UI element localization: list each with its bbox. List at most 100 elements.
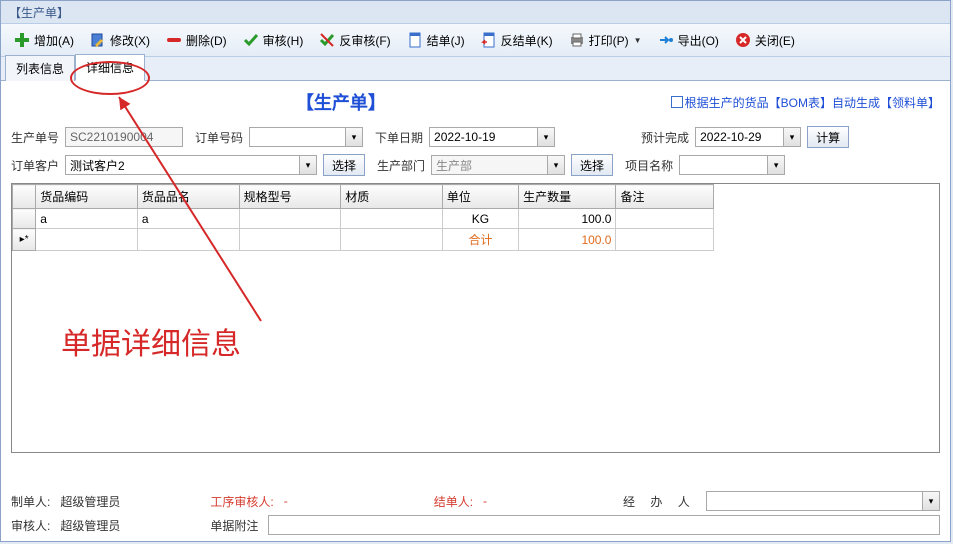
- cell[interactable]: [36, 229, 138, 251]
- print-label: 打印(P): [589, 32, 629, 49]
- order-date-input[interactable]: [429, 127, 537, 147]
- chevron-down-icon[interactable]: ▾: [547, 155, 565, 175]
- process-auditor-value: -: [284, 494, 424, 508]
- cell[interactable]: [239, 229, 341, 251]
- col-unit[interactable]: 单位: [442, 185, 518, 209]
- document-icon: [407, 32, 423, 48]
- col-qty[interactable]: 生产数量: [519, 185, 616, 209]
- table-row[interactable]: a a KG 100.0: [13, 209, 714, 229]
- order-date-picker[interactable]: ▾: [429, 127, 555, 147]
- dept-combo[interactable]: ▾: [431, 155, 565, 175]
- check-icon: [243, 32, 259, 48]
- close-doc-button[interactable]: 结单(J): [400, 28, 472, 53]
- ref-no-label: 订单号码: [195, 129, 243, 146]
- auto-generate-label: 根据生产的货品【BOM表】自动生成【领料单】: [685, 94, 940, 111]
- ref-no-combo[interactable]: ▾: [249, 127, 363, 147]
- project-label: 项目名称: [625, 157, 673, 174]
- unaudit-button[interactable]: 反审核(F): [312, 28, 397, 53]
- customer-input[interactable]: [65, 155, 299, 175]
- handler-label: 经 办 人: [623, 493, 696, 510]
- new-row-marker-icon: ▸*: [13, 229, 36, 251]
- project-input[interactable]: [679, 155, 767, 175]
- cell-name[interactable]: a: [137, 209, 239, 229]
- delete-button[interactable]: 删除(D): [159, 28, 234, 53]
- attach-label: 单据附注: [210, 517, 258, 534]
- dept-label: 生产部门: [377, 157, 425, 174]
- cell-remark[interactable]: [616, 209, 714, 229]
- dept-input[interactable]: [431, 155, 547, 175]
- content-panel: 【生产单】 根据生产的货品【BOM表】自动生成【领料单】 生产单号 订单号码 ▾…: [1, 81, 950, 541]
- audit-button[interactable]: 审核(H): [236, 28, 311, 53]
- grid[interactable]: 货品编码 货品品名 规格型号 材质 单位 生产数量 备注 a a: [11, 183, 940, 453]
- calendar-icon[interactable]: ▾: [783, 127, 801, 147]
- project-combo[interactable]: ▾: [679, 155, 785, 175]
- document-undo-icon: [481, 32, 497, 48]
- attach-input[interactable]: [268, 515, 940, 535]
- handler-combo[interactable]: ▾: [706, 491, 940, 511]
- auditor-label: 审核人:: [11, 517, 50, 534]
- row-header: [13, 209, 36, 229]
- auto-generate-checkbox[interactable]: 根据生产的货品【BOM表】自动生成【领料单】: [671, 94, 940, 111]
- col-code[interactable]: 货品编码: [36, 185, 138, 209]
- cell-unit[interactable]: KG: [442, 209, 518, 229]
- cell-material[interactable]: [341, 209, 443, 229]
- calc-button[interactable]: 计算: [807, 126, 849, 148]
- edit-icon: [90, 32, 106, 48]
- handler-input[interactable]: [706, 491, 922, 511]
- plus-icon: [14, 32, 30, 48]
- document-title: 【生产单】: [11, 89, 671, 115]
- add-button[interactable]: 增加(A): [7, 28, 81, 53]
- export-button[interactable]: 导出(O): [651, 28, 726, 53]
- edit-label: 修改(X): [110, 32, 150, 49]
- sum-label: 合计: [442, 229, 518, 251]
- table-new-row[interactable]: ▸* 合计 100.0: [13, 229, 714, 251]
- process-auditor-label: 工序审核人:: [210, 493, 273, 510]
- order-no-input[interactable]: [65, 127, 183, 147]
- form: 生产单号 订单号码 ▾ 下单日期 ▾ 预计完成 ▾ 计算: [11, 123, 940, 179]
- chevron-down-icon[interactable]: ▾: [345, 127, 363, 147]
- customer-combo[interactable]: ▾: [65, 155, 317, 175]
- due-date-input[interactable]: [695, 127, 783, 147]
- cell[interactable]: [137, 229, 239, 251]
- cell-code[interactable]: a: [36, 209, 138, 229]
- chevron-down-icon[interactable]: ▾: [767, 155, 785, 175]
- cell-spec[interactable]: [239, 209, 341, 229]
- tab-detail[interactable]: 详细信息: [75, 54, 145, 81]
- chevron-down-icon[interactable]: ▾: [922, 491, 940, 511]
- uncheck-icon: [319, 32, 335, 48]
- col-name[interactable]: 货品品名: [137, 185, 239, 209]
- window-title: 【生产单】: [1, 1, 950, 23]
- col-spec[interactable]: 规格型号: [239, 185, 341, 209]
- due-date-label: 预计完成: [641, 129, 689, 146]
- add-label: 增加(A): [34, 32, 74, 49]
- footer: 制单人: 超级管理员 工序审核人: - 结单人: - 经 办 人 ▾ 审核人: …: [11, 489, 940, 537]
- edit-button[interactable]: 修改(X): [83, 28, 157, 53]
- ref-no-input[interactable]: [249, 127, 345, 147]
- col-material[interactable]: 材质: [341, 185, 443, 209]
- close-icon: [735, 32, 751, 48]
- print-button[interactable]: 打印(P) ▼: [562, 28, 649, 53]
- unclose-doc-label: 反结单(K): [501, 32, 553, 49]
- creator-label: 制单人:: [11, 493, 50, 510]
- tab-list[interactable]: 列表信息: [5, 55, 75, 81]
- chevron-down-icon[interactable]: ▾: [299, 155, 317, 175]
- audit-label: 审核(H): [263, 32, 304, 49]
- tab-bar: 列表信息 详细信息: [1, 57, 950, 81]
- cell[interactable]: [616, 229, 714, 251]
- cell-qty[interactable]: 100.0: [519, 209, 616, 229]
- calendar-icon[interactable]: ▾: [537, 127, 555, 147]
- sum-qty: 100.0: [519, 229, 616, 251]
- due-date-picker[interactable]: ▾: [695, 127, 801, 147]
- creator-value: 超级管理员: [60, 493, 200, 510]
- closer-value: -: [483, 494, 613, 508]
- dept-select-button[interactable]: 选择: [571, 154, 613, 176]
- cell[interactable]: [341, 229, 443, 251]
- unaudit-label: 反审核(F): [339, 32, 390, 49]
- close-button[interactable]: 关闭(E): [728, 28, 802, 53]
- customer-label: 订单客户: [11, 157, 59, 174]
- checkbox-icon: [671, 96, 683, 108]
- close-doc-label: 结单(J): [427, 32, 465, 49]
- col-remark[interactable]: 备注: [616, 185, 714, 209]
- unclose-doc-button[interactable]: 反结单(K): [474, 28, 560, 53]
- customer-select-button[interactable]: 选择: [323, 154, 365, 176]
